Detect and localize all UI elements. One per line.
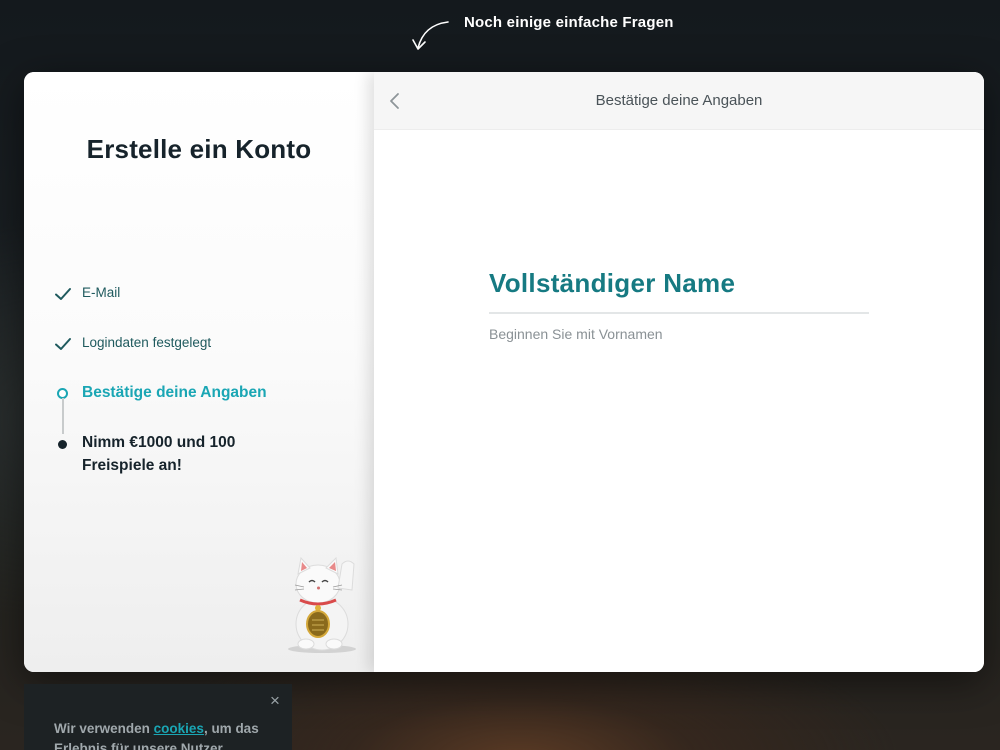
full-name-input[interactable] [489,310,869,314]
cookie-banner: × Wir verwenden cookies, um das Erlebnis… [24,684,292,750]
cookie-text-start: Wir verwenden [54,721,154,736]
top-hint: Noch einige einfache Fragen [410,8,710,58]
upcoming-step-dot-icon [58,440,67,449]
full-name-label: Vollständiger Name [489,268,736,298]
curved-arrow-icon [412,21,449,50]
cookie-text: Wir verwenden cookies, um das Erlebnis f… [54,719,274,750]
step-connector [61,398,64,434]
full-name-hint: Beginnen Sie mit Vornamen [489,326,663,342]
step-label: Nimm €1000 und 100 Freispiele an! [82,434,236,474]
step-label: E-Mail [82,285,121,300]
step-label: Logindaten festgelegt [82,335,212,350]
signup-modal: Erstelle ein Konto E-Mail Logindaten fes… [24,72,984,672]
form-panel: Bestätige deine Angaben Vollständiger Na… [374,72,984,672]
check-icon [55,288,71,300]
form-header-title: Bestätige deine Angaben [595,92,763,109]
step-label: Bestätige deine Angaben [82,384,267,401]
panel-title: Erstelle ein Konto [86,134,312,164]
cookies-link[interactable]: cookies [154,721,204,736]
progress-panel: Erstelle ein Konto E-Mail Logindaten fes… [24,72,374,672]
check-icon [55,338,71,350]
close-icon[interactable]: × [266,692,284,710]
lucky-cat-image [288,556,356,653]
form-header: Bestätige deine Angaben [374,72,984,130]
top-hint-text: Noch einige einfache Fragen [464,14,674,31]
